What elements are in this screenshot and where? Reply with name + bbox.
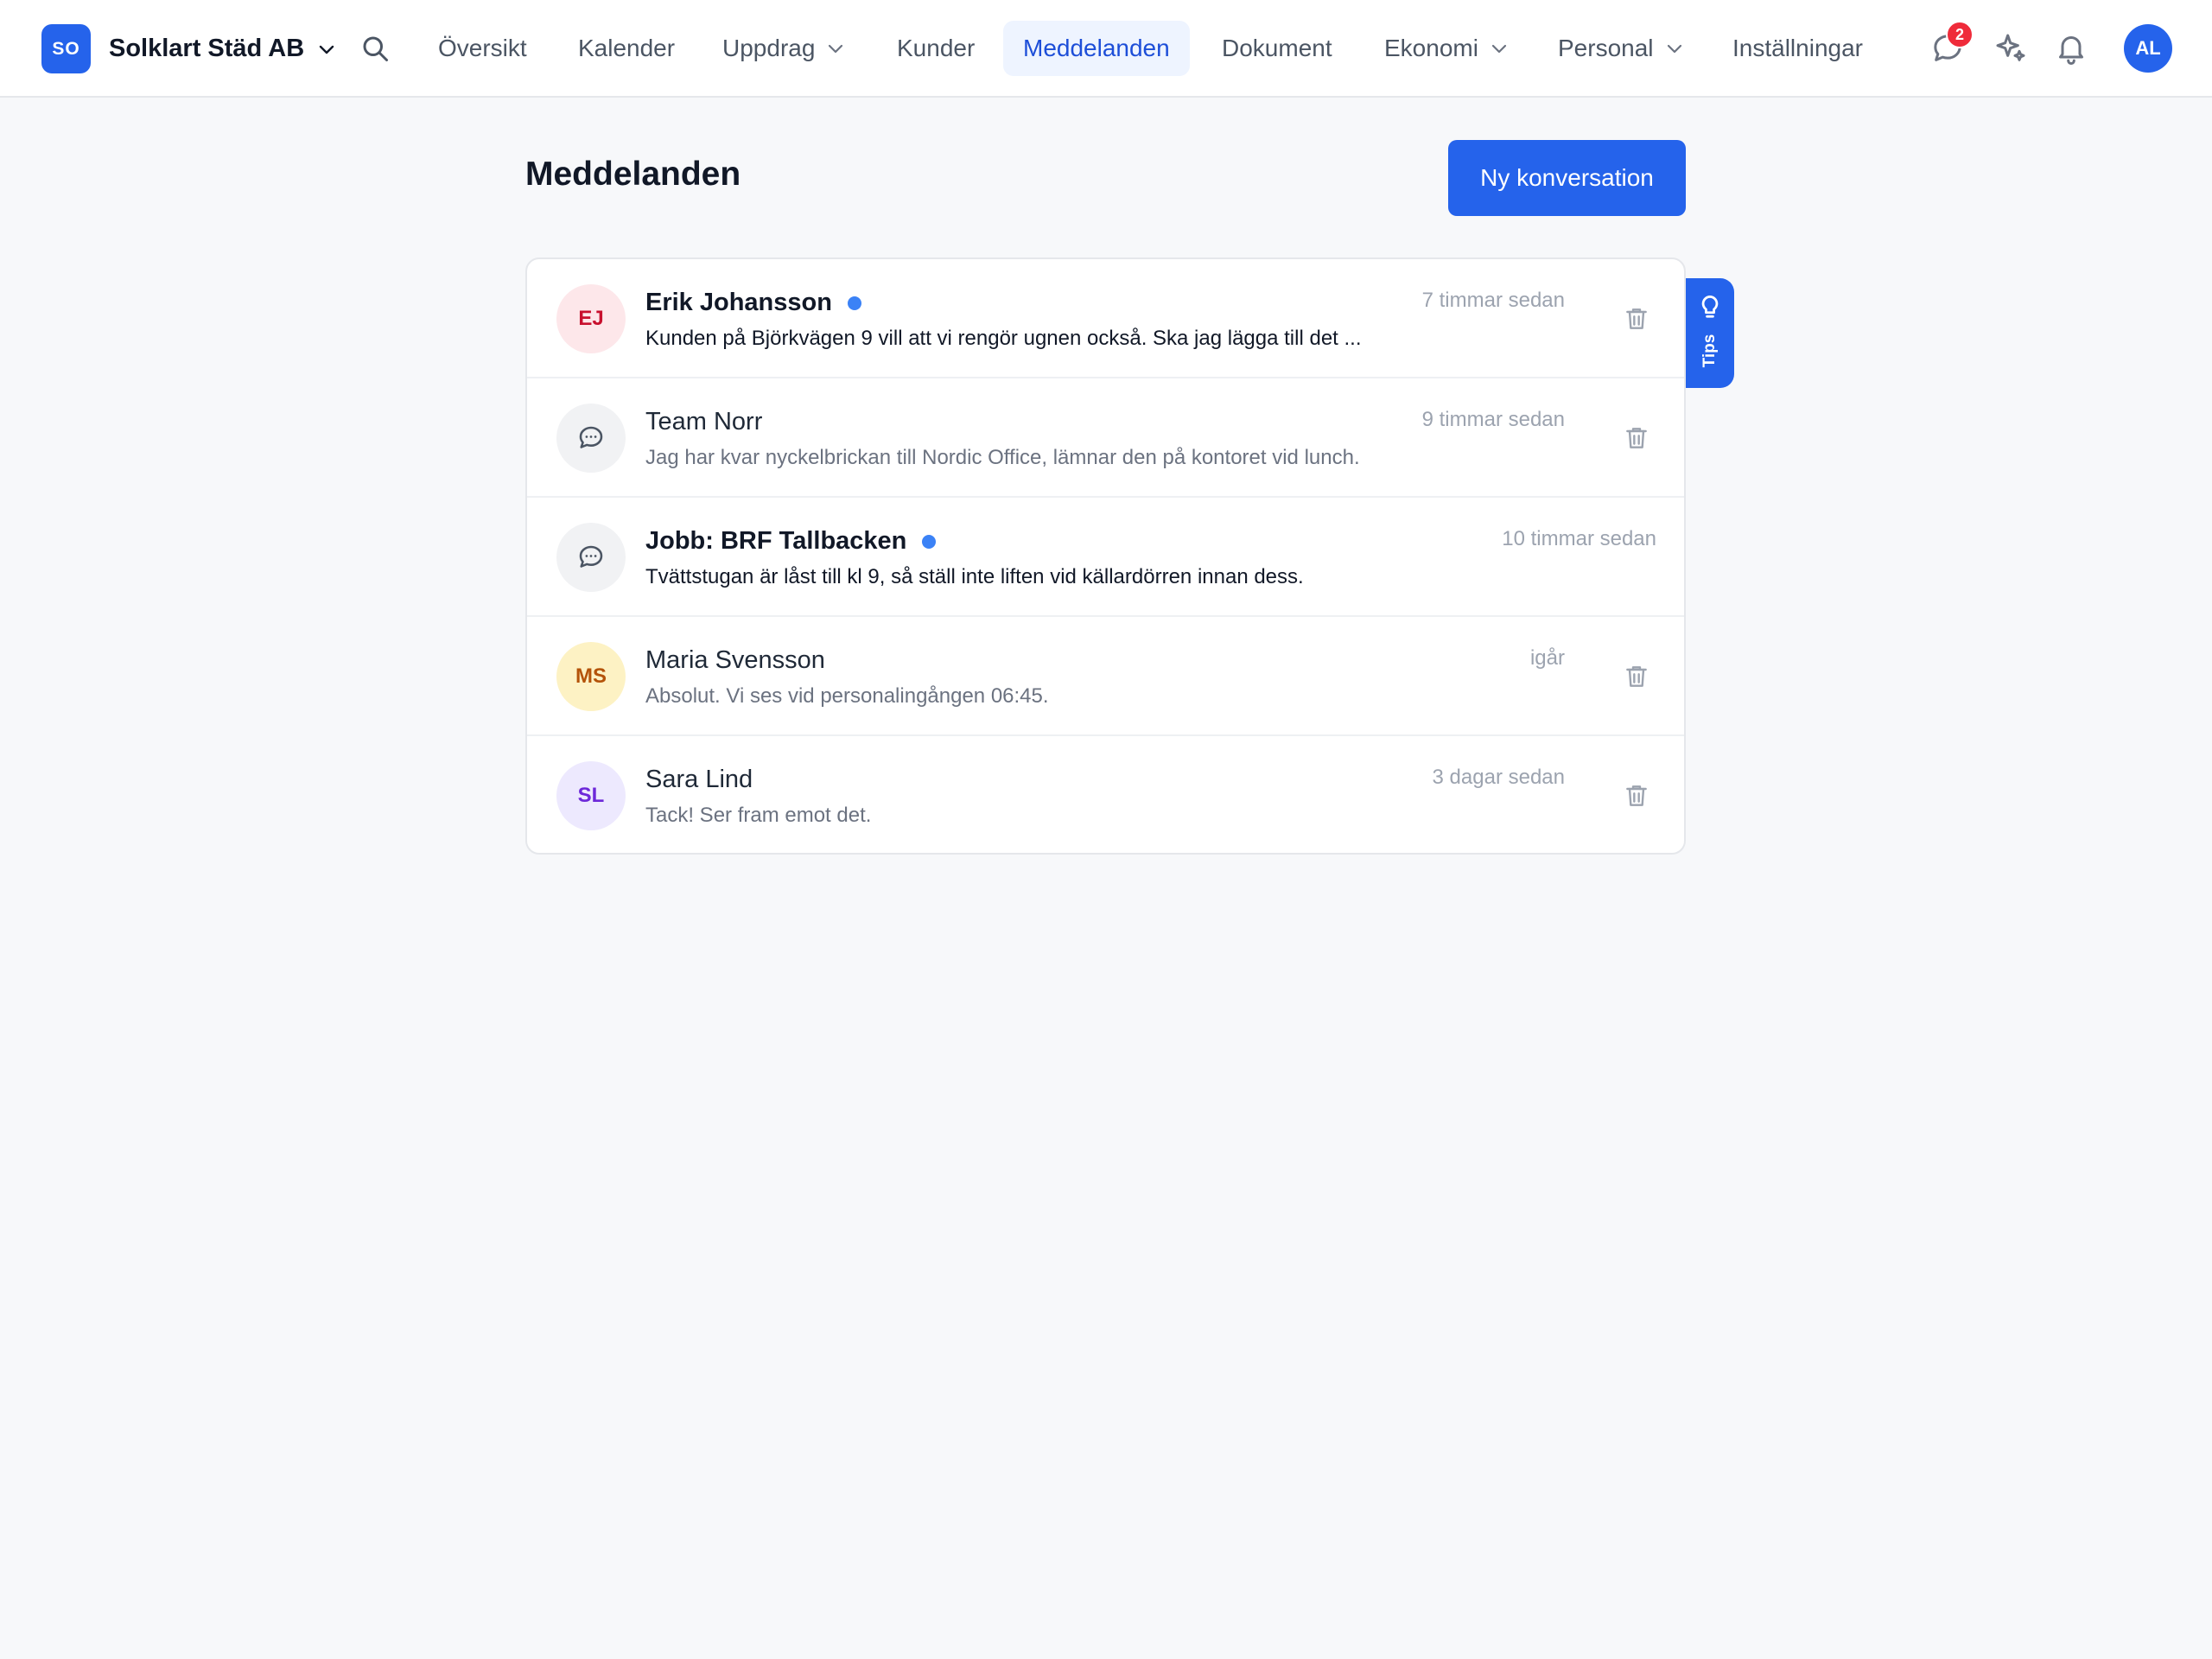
nav-item-label: Inställningar — [1732, 35, 1863, 61]
nav-item-kalender[interactable]: Kalender — [578, 21, 675, 76]
conversation-name-wrap: Jobb: BRF Tallbacken — [645, 527, 937, 556]
tips-tab[interactable]: Tips — [1686, 278, 1734, 388]
conversation-name-wrap: Team Norr — [645, 408, 762, 436]
nav-item-meddelanden[interactable]: Meddelanden — [1003, 21, 1190, 76]
lightbulb-icon — [1701, 296, 1719, 318]
nav-item-label: Översikt — [438, 35, 527, 61]
nav-item-label: Kalender — [578, 35, 676, 61]
conversation-timestamp: 7 timmar sedan — [1421, 289, 1565, 312]
conversation-name-wrap: Sara Lind — [645, 766, 753, 794]
conversation-timestamp: 9 timmar sedan — [1421, 408, 1565, 431]
conversation-row[interactable]: Jobb: BRF Tallbacken Tvättstugan är låst … — [527, 498, 1684, 617]
nav-item-label: Kunder — [897, 35, 976, 61]
avatar — [556, 523, 626, 592]
conversation-name: Team Norr — [645, 408, 763, 435]
trash-icon[interactable] — [1623, 305, 1650, 333]
chevron-down-icon — [829, 44, 843, 54]
conversation-row[interactable]: Team Norr Jag har kvar nyckelbrickan till… — [527, 378, 1684, 498]
trash-icon[interactable] — [1623, 782, 1650, 810]
company-name: Solklart Städ AB — [109, 35, 305, 62]
nav-item-label: Ekonomi — [1384, 35, 1478, 61]
nav-item-ekonomi[interactable]: Ekonomi — [1384, 21, 1510, 76]
nav-item-label: Meddelanden — [1023, 35, 1170, 61]
avatar: MS — [556, 642, 626, 711]
conversation-name-wrap: Erik Johansson — [645, 289, 861, 317]
unread-indicator — [847, 296, 861, 310]
nav-item-label: Uppdrag — [722, 35, 816, 61]
sparkle-icon[interactable] — [1993, 31, 2028, 66]
avatar: EJ — [556, 284, 626, 353]
conversation-row[interactable]: SL Sara Lind Tack! Ser fram emot det. 3 dag… — [527, 736, 1684, 853]
conversation-name-wrap: Maria Svensson — [645, 646, 825, 675]
conversation-preview: Jag har kvar nyckelbrickan till Nordic O… — [645, 446, 1360, 469]
chevron-down-icon — [1491, 44, 1507, 54]
unread-indicator — [922, 534, 937, 549]
unread-messages-badge: 2 — [1946, 21, 1974, 48]
conversation-row[interactable]: MS Maria Svensson Absolut. Vi ses vid pers… — [527, 617, 1684, 736]
nav-item-oversikt[interactable]: Översikt — [438, 21, 527, 76]
user-avatar[interactable]: AL — [2124, 24, 2172, 73]
avatar-initials: EJ — [578, 307, 604, 330]
chevron-down-icon — [1667, 44, 1681, 54]
nav-item-kunder[interactable]: Kunder — [897, 21, 975, 76]
nav-item-dokument[interactable]: Dokument — [1222, 21, 1332, 76]
conversation-preview: Tack! Ser fram emot det. — [645, 804, 872, 827]
conversation-list: EJ Erik Johansson Kunden på Björkvägen 9 v… — [525, 257, 1686, 855]
bell-icon[interactable] — [2054, 31, 2088, 66]
avatar-initials: MS — [575, 664, 607, 688]
trash-icon[interactable] — [1623, 663, 1650, 690]
avatar: SL — [556, 761, 626, 830]
chat-bubble-icon — [579, 545, 603, 568]
avatar-initials: SL — [577, 784, 605, 807]
conversation-timestamp: 3 dagar sedan — [1432, 766, 1565, 789]
search-icon[interactable] — [359, 33, 391, 64]
nav-item-personal[interactable]: Personal — [1558, 21, 1685, 76]
conversation-preview: Tvättstugan är låst till kl 9, så ställ … — [645, 565, 1304, 588]
conversation-preview: Kunden på Björkvägen 9 vill att vi rengö… — [645, 327, 1362, 350]
top-navigation-bar: SO Solklart Städ AB Översikt Kalender Uppd… — [0, 0, 2212, 98]
chevron-down-icon — [319, 45, 334, 54]
trash-icon[interactable] — [1623, 424, 1650, 452]
nav-item-uppdrag[interactable]: Uppdrag — [722, 21, 846, 76]
conversation-timestamp: 10 timmar sedan — [1502, 527, 1656, 550]
company-switcher[interactable]: SO Solklart Städ AB — [41, 24, 337, 73]
new-conversation-button[interactable]: Ny konversation — [1448, 140, 1686, 216]
conversation-name: Jobb: BRF Tallbacken — [645, 527, 907, 555]
page-title: Meddelanden — [525, 156, 741, 193]
nav-item-label: Dokument — [1222, 35, 1332, 61]
tips-label: Tips — [1700, 334, 1719, 368]
conversation-timestamp: igår — [1529, 646, 1565, 670]
chat-bubble-icon — [579, 426, 603, 448]
conversation-row[interactable]: EJ Erik Johansson Kunden på Björkvägen 9 v… — [527, 259, 1684, 378]
conversation-name: Maria Svensson — [645, 646, 825, 674]
company-logo: SO — [41, 24, 91, 73]
nav-item-installningar[interactable]: Inställningar — [1732, 21, 1863, 76]
conversation-preview: Absolut. Vi ses vid personalingången 06:… — [645, 684, 1049, 708]
nav-item-label: Personal — [1558, 35, 1654, 61]
conversation-name: Sara Lind — [645, 766, 753, 793]
conversation-name: Erik Johansson — [645, 289, 832, 316]
avatar — [556, 404, 626, 473]
